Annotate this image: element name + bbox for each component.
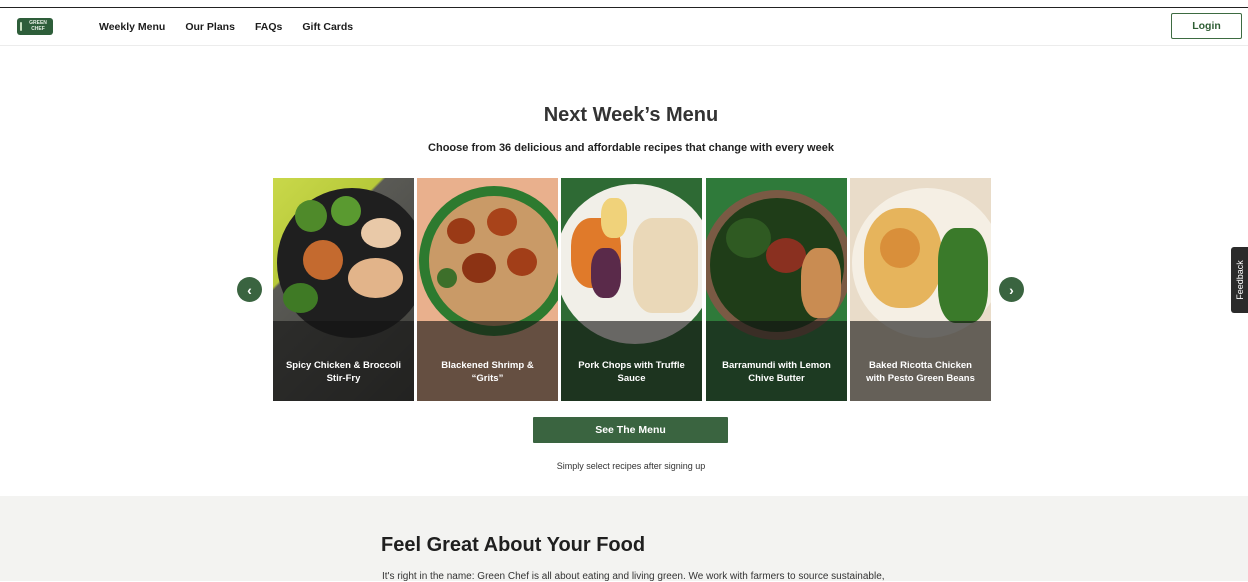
recipe-image-detail	[601, 198, 627, 238]
recipe-image-detail	[507, 248, 537, 276]
recipe-image-detail	[361, 218, 401, 248]
recipe-image-detail	[348, 258, 403, 298]
leaf-icon	[20, 22, 22, 31]
recipe-image-detail	[801, 248, 841, 318]
logo-text: GREEN CHEF	[29, 20, 47, 32]
recipe-image-detail	[437, 268, 457, 288]
recipe-image-detail	[591, 248, 621, 298]
recipe-title-line: Spicy Chicken & Broccoli	[285, 360, 402, 371]
carousel-next-button[interactable]: ›	[999, 277, 1024, 302]
recipe-image-detail	[447, 218, 475, 244]
recipe-title: Baked Ricotta Chicken with Pesto Green B…	[856, 359, 985, 385]
signup-note: Simply select recipes after signing up	[556, 461, 706, 471]
recipe-card[interactable]: Baked Ricotta Chicken with Pesto Green B…	[850, 178, 991, 401]
recipe-image-detail	[938, 228, 988, 323]
recipe-title: Barramundi with Lemon Chive Butter	[712, 359, 841, 385]
recipe-title: Blackened Shrimp & “Grits”	[423, 359, 552, 385]
recipe-image-detail	[633, 218, 698, 313]
recipe-title-line: Blackened Shrimp &	[441, 360, 534, 371]
chevron-left-icon: ‹	[247, 281, 252, 298]
recipe-card[interactable]: Pork Chops with Truffle Sauce	[561, 178, 702, 401]
section-body: It's right in the name: Green Chef is al…	[382, 571, 885, 582]
recipe-title-line: Chive Butter	[748, 373, 805, 384]
section-title: Feel Great About Your Food	[381, 534, 646, 556]
recipe-image-detail	[303, 240, 343, 280]
recipe-title-line: Barramundi with Lemon	[722, 360, 831, 371]
feedback-tab[interactable]: Feedback	[1231, 247, 1248, 313]
nav-weekly-menu[interactable]: Weekly Menu	[99, 21, 165, 33]
recipe-image-detail	[880, 228, 920, 268]
page-title: Next Week’s Menu	[543, 104, 719, 126]
nav-our-plans[interactable]: Our Plans	[185, 21, 235, 33]
recipe-image-detail	[283, 283, 318, 313]
nav-faqs[interactable]: FAQs	[255, 21, 282, 33]
main-nav: Weekly Menu Our Plans FAQs Gift Cards	[99, 8, 373, 45]
recipe-title: Pork Chops with Truffle Sauce	[567, 359, 696, 385]
recipe-image-detail	[295, 200, 327, 232]
recipe-image-detail	[766, 238, 806, 273]
recipe-image-detail	[726, 218, 771, 258]
carousel-prev-button[interactable]: ‹	[237, 277, 262, 302]
recipe-title: Spicy Chicken & Broccoli Stir-Fry	[279, 359, 408, 385]
recipe-image-detail	[331, 196, 361, 226]
recipe-title-line: Sauce	[617, 373, 646, 384]
recipe-image-detail	[462, 253, 496, 283]
recipe-title-line: Baked Ricotta Chicken	[869, 360, 972, 371]
chevron-right-icon: ›	[1009, 281, 1014, 298]
recipe-title-line: Pork Chops with Truffle	[578, 360, 685, 371]
recipe-title-line: “Grits”	[471, 373, 504, 384]
green-chef-logo[interactable]: GREEN CHEF	[17, 18, 53, 35]
recipe-card[interactable]: Spicy Chicken & Broccoli Stir-Fry	[273, 178, 414, 401]
recipe-title-line: Stir-Fry	[326, 373, 361, 384]
recipe-card[interactable]: Barramundi with Lemon Chive Butter	[706, 178, 847, 401]
recipe-card[interactable]: Blackened Shrimp & “Grits”	[417, 178, 558, 401]
see-the-menu-button[interactable]: See The Menu	[533, 417, 728, 443]
site-header: GREEN CHEF Weekly Menu Our Plans FAQs Gi…	[0, 8, 1248, 46]
login-button[interactable]: Login	[1171, 13, 1242, 39]
recipe-title-line: with Pesto Green Beans	[866, 373, 975, 384]
recipe-image-detail	[487, 208, 517, 236]
menu-subtitle: Choose from 36 delicious and affordable …	[428, 142, 834, 154]
nav-gift-cards[interactable]: Gift Cards	[302, 21, 353, 33]
feedback-label: Feedback	[1234, 260, 1245, 300]
feel-great-section: Feel Great About Your Food It's right in…	[0, 496, 1248, 582]
